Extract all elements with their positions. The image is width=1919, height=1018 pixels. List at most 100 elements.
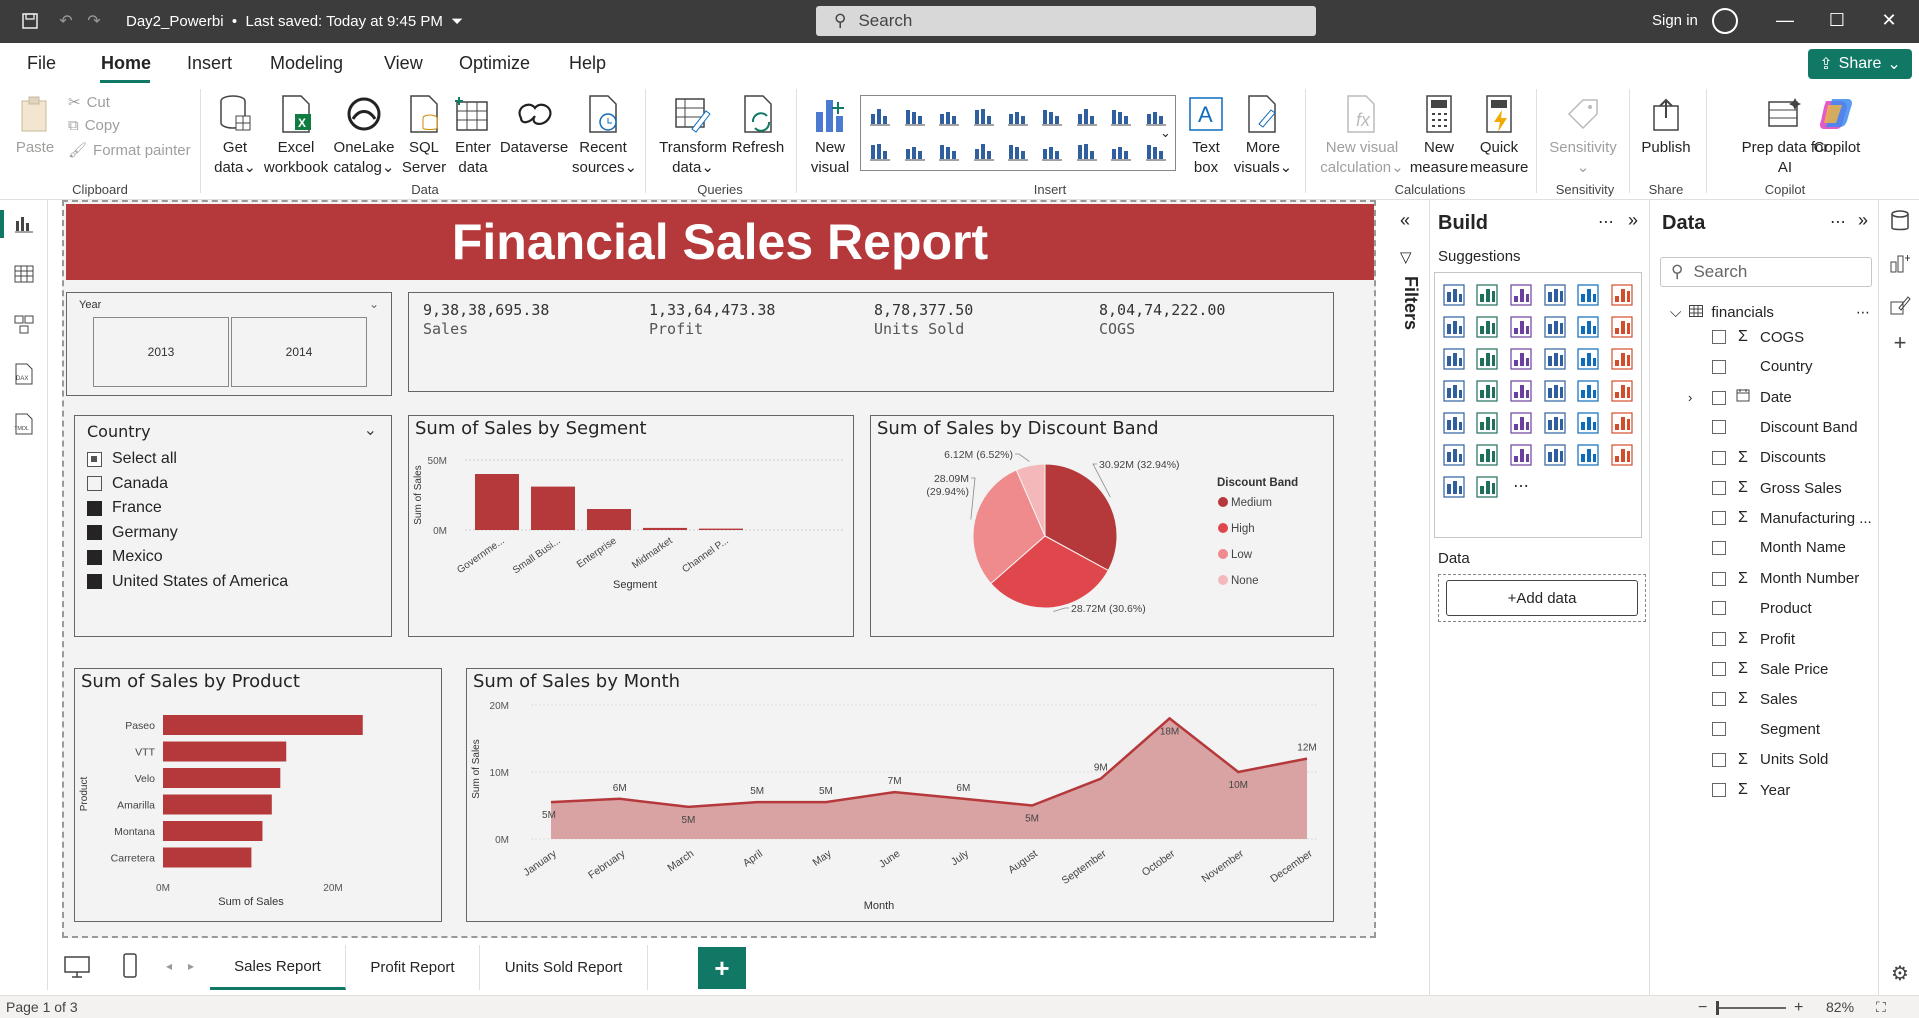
visual-type-icon[interactable] <box>1510 412 1532 434</box>
prev-page-icon[interactable]: ◂ <box>166 959 172 973</box>
zoom-in-icon[interactable]: + <box>1794 999 1803 1017</box>
visual-type-icon[interactable] <box>1510 316 1532 338</box>
visual-type-icon[interactable] <box>1544 380 1566 402</box>
new-visual-calculation-button[interactable]: fx New visual calculation⌄ <box>1316 93 1408 178</box>
checkbox-icon[interactable] <box>1712 722 1726 737</box>
checkbox-icon[interactable] <box>1712 330 1726 344</box>
save-icon[interactable] <box>20 11 40 31</box>
zoom-slider-handle[interactable] <box>1716 1001 1719 1015</box>
visual-type-icon[interactable] <box>1510 444 1532 466</box>
field-item[interactable]: Country <box>1712 358 1813 375</box>
visual-type-icon[interactable] <box>1577 444 1600 466</box>
settings-gear-icon[interactable]: ⚙ <box>1887 960 1913 986</box>
checkbox-icon[interactable] <box>1712 511 1726 526</box>
chevron-down-icon[interactable]: ⌄ <box>364 420 377 440</box>
mobile-layout-icon[interactable] <box>122 953 138 984</box>
visual-type-icon[interactable] <box>1443 348 1465 370</box>
visual-type-icon[interactable] <box>1577 284 1600 306</box>
menu-view[interactable]: View <box>384 53 423 74</box>
more-options-icon[interactable]: ⋯ <box>1598 212 1614 232</box>
visual-type-icon[interactable] <box>1443 316 1465 338</box>
visual-gallery[interactable] <box>860 95 1176 171</box>
field-item[interactable]: Σ Profit <box>1712 630 1795 648</box>
visual-type-icon[interactable] <box>1544 348 1566 370</box>
field-item[interactable]: Product <box>1712 600 1812 617</box>
checkbox-icon[interactable] <box>1712 390 1726 405</box>
checkbox-icon[interactable] <box>1712 752 1726 767</box>
checkbox-icon[interactable] <box>1712 632 1726 646</box>
zoom-slider[interactable] <box>1716 1007 1786 1009</box>
visual-type-icon[interactable] <box>1577 380 1600 402</box>
dataverse-button[interactable]: Dataverse <box>498 93 570 158</box>
field-item[interactable]: Date <box>1712 388 1792 407</box>
country-option[interactable]: Germany <box>87 524 178 542</box>
undo-icon[interactable]: ↶ <box>56 11 76 31</box>
visual-type-icon[interactable] <box>1577 412 1600 434</box>
checkbox-icon[interactable] <box>87 525 102 540</box>
sales-by-discount-band-chart[interactable]: Sum of Sales by Discount Band 30.92M (32… <box>870 415 1334 637</box>
visual-type-icon[interactable] <box>1443 412 1465 434</box>
close-icon[interactable]: ✕ <box>1874 10 1904 31</box>
checkbox-icon[interactable] <box>87 476 102 491</box>
format-painter-button[interactable]: 🖌 Format painter <box>68 141 191 160</box>
tab-profit-report[interactable]: Profit Report <box>346 945 480 990</box>
visual-type-icon[interactable] <box>1476 444 1499 466</box>
visual-type-icon[interactable] <box>1007 106 1029 126</box>
collapse-pane-icon[interactable]: » <box>1858 210 1868 231</box>
maximize-icon[interactable]: ☐ <box>1822 10 1852 31</box>
visual-type-icon[interactable] <box>1041 141 1063 161</box>
excel-workbook-button[interactable]: X Excel workbook <box>262 93 330 178</box>
build-pane-icon[interactable] <box>1887 250 1913 276</box>
visual-type-icon[interactable] <box>1007 141 1029 161</box>
enter-data-button[interactable]: Enter data <box>450 93 496 178</box>
country-option[interactable]: Select all <box>87 450 177 468</box>
visual-type-icon[interactable] <box>1544 284 1566 306</box>
visual-type-icon[interactable] <box>869 106 891 126</box>
visual-type-icon[interactable] <box>1611 348 1633 370</box>
field-item[interactable]: Σ Month Number <box>1712 570 1859 588</box>
checkbox-icon[interactable] <box>1712 601 1726 616</box>
checkbox-icon[interactable] <box>1712 481 1726 495</box>
sign-in-link[interactable]: Sign in <box>1652 12 1698 29</box>
table-view-icon[interactable] <box>12 262 36 286</box>
visual-type-icon[interactable] <box>1611 316 1633 338</box>
paste-button[interactable]: Paste <box>12 93 58 158</box>
year-slicer[interactable]: Year ⌄ 2013 2014 <box>66 292 392 396</box>
visual-type-icon[interactable] <box>1041 106 1063 126</box>
field-item[interactable]: Σ Units Sold <box>1712 751 1828 769</box>
document-name[interactable]: Day2_Powerbi • Last saved: Today at 9:45… <box>126 13 463 30</box>
visual-type-icon[interactable] <box>1443 380 1465 402</box>
cut-button[interactable]: ✂ Cut <box>68 93 110 112</box>
menu-modeling[interactable]: Modeling <box>270 53 343 74</box>
sales-by-segment-chart[interactable]: Sum of Sales by Segment 50M 0M Sum of Sale… <box>408 415 854 637</box>
recent-sources-button[interactable]: Recent sources⌄ <box>572 93 637 178</box>
tmdl-view-icon[interactable]: TMDL <box>12 412 36 436</box>
data-pane-icon[interactable] <box>1887 208 1913 234</box>
visual-type-icon[interactable] <box>1611 412 1633 434</box>
visual-type-icon[interactable] <box>1577 348 1600 370</box>
more-options-icon[interactable]: ⋯ <box>1856 304 1870 321</box>
chevron-down-icon[interactable]: ⌵ <box>1670 304 1681 321</box>
field-item[interactable]: Σ Sale Price <box>1712 660 1828 678</box>
expand-filters-icon[interactable]: « <box>1400 210 1410 231</box>
checkbox-icon[interactable] <box>1712 450 1726 465</box>
country-option[interactable]: France <box>87 499 162 517</box>
menu-optimize[interactable]: Optimize <box>459 53 530 74</box>
checkbox-icon[interactable] <box>1712 692 1726 707</box>
onelake-catalog-button[interactable]: OneLake catalog⌄ <box>332 93 396 178</box>
visual-type-icon[interactable] <box>1110 106 1132 126</box>
quick-measure-button[interactable]: Quick measure <box>1470 93 1528 178</box>
zoom-out-icon[interactable]: − <box>1698 999 1707 1017</box>
share-button[interactable]: ⇪ Share ⌄ <box>1808 49 1912 79</box>
checkbox-icon[interactable] <box>87 549 102 565</box>
table-financials[interactable]: ⌵ financials <box>1670 304 1774 321</box>
visual-type-icon[interactable] <box>1076 141 1098 161</box>
visual-type-icon[interactable] <box>1145 106 1167 126</box>
visual-type-icon[interactable] <box>1510 380 1532 402</box>
menu-file[interactable]: File <box>27 53 56 74</box>
visual-type-icon[interactable] <box>1443 444 1465 466</box>
checkbox-icon[interactable] <box>1712 571 1726 586</box>
report-view-icon[interactable] <box>12 212 36 236</box>
field-item[interactable]: Discount Band <box>1712 419 1858 436</box>
model-view-icon[interactable] <box>12 312 36 336</box>
